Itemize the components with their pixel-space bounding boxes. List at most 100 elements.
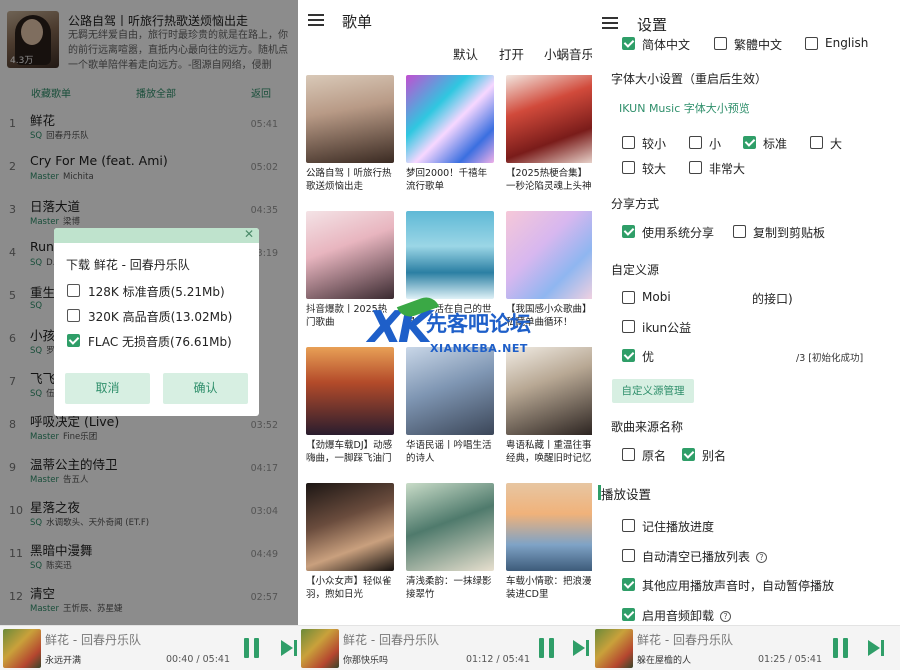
song-source-name-section: 歌曲来源名称	[611, 420, 684, 434]
playback-option-label: 记住播放进度	[642, 520, 715, 534]
cancel-button[interactable]: 取消	[65, 373, 150, 404]
font-option-small[interactable]: 小	[689, 134, 729, 152]
quality-option[interactable]: FLAC 无损音质(76.61Mb)	[67, 332, 247, 350]
playback-option[interactable]: 自动清空已播放列表?	[622, 547, 892, 565]
custom-source-item[interactable]: Mobi 的接口)	[622, 289, 822, 307]
playlist-card[interactable]: 公路自驾丨听旅行热歌送烦恼出走	[306, 75, 394, 193]
share-option-clipboard[interactable]: 复制到剪贴板	[733, 223, 833, 241]
help-icon[interactable]: ?	[720, 610, 732, 622]
font-option-huge[interactable]: 非常大	[689, 159, 759, 177]
checkbox[interactable]	[622, 578, 635, 591]
checkbox[interactable]	[67, 284, 80, 297]
checkbox[interactable]	[622, 548, 635, 562]
menu-icon[interactable]	[308, 14, 324, 26]
tab-xiaowo-music[interactable]: 小蜗音乐	[544, 44, 592, 63]
playlist-card-title: 公路自驾丨听旅行热歌送烦恼出走	[306, 168, 392, 192]
font-preview-text: IKUN Music 字体大小预览	[619, 102, 750, 115]
font-option-larger[interactable]: 较大	[622, 159, 682, 177]
page-title: 设置	[637, 16, 668, 34]
playlist-cover[interactable]	[406, 75, 494, 163]
watermark-logo: XK 先客吧论坛 XIANKEBA.NET	[368, 293, 568, 370]
playlist-card[interactable]: 梦回2000！千禧年流行歌单	[406, 75, 494, 193]
playlist-card-title: 清浅柔韵：一抹绿影接翠竹	[406, 576, 492, 600]
playlist-cover[interactable]	[406, 483, 494, 571]
player-time: 00:40 / 05:41	[166, 654, 230, 665]
player-album-art[interactable]	[3, 629, 41, 668]
lang-option-simplified[interactable]: 简体中文	[622, 35, 692, 53]
name-option-original[interactable]: 原名	[622, 446, 682, 464]
font-option-large[interactable]: 大	[810, 134, 850, 152]
playlist-cover[interactable]	[306, 75, 394, 163]
player-track-title: 鲜花 - 回春丹乐队	[45, 633, 141, 647]
playback-option[interactable]: 记住播放进度	[622, 517, 892, 535]
font-option-smaller[interactable]: 较小	[622, 134, 682, 152]
playlist-card-title: 梦回2000！千禧年流行歌单	[406, 168, 488, 192]
playlist-card-title: 华语民谣丨吟唱生活的诗人	[406, 440, 492, 464]
playlist-card-title: 【小众女声】轻似雀羽，煦如日光	[306, 576, 392, 600]
playlist-card-title: 粤语私藏丨重温往事经典，唤醒旧时记忆	[506, 440, 592, 464]
playback-option[interactable]: 其他应用播放声音时，自动暂停播放	[622, 576, 892, 594]
playlist-cover[interactable]	[506, 211, 592, 299]
watermark-text: 先客吧论坛	[426, 312, 531, 336]
custom-source-section: 自定义源	[611, 263, 660, 277]
playlist-card-title: 【劲爆车载DJ】动感嗨曲，一脚踩飞油门	[306, 440, 393, 464]
lang-option-english[interactable]: English	[805, 35, 885, 53]
playlist-card[interactable]: 清浅柔韵：一抹绿影接翠竹	[406, 483, 494, 601]
playback-option-label: 自动清空已播放列表?	[642, 548, 768, 565]
custom-source-item[interactable]: ikun公益	[622, 318, 742, 336]
checkbox[interactable]	[622, 607, 635, 621]
playlist-cover[interactable]	[306, 483, 394, 571]
tab-open[interactable]: 打开	[499, 44, 524, 63]
quality-option[interactable]: 128K 标准音质(5.21Mb)	[67, 282, 247, 300]
font-size-section: 字体大小设置（重启后生效）	[611, 72, 768, 86]
share-section: 分享方式	[611, 197, 660, 211]
player-bar[interactable]: 鲜花 - 回春丹乐队 你那快乐吗 01:12 / 05:41	[298, 625, 592, 670]
playback-option-label: 启用音频卸载?	[642, 607, 732, 624]
next-track-icon[interactable]	[281, 639, 298, 657]
player-time: 01:12 / 05:41	[466, 654, 530, 665]
page-title: 歌单	[342, 13, 373, 31]
tab-default[interactable]: 默认	[453, 44, 478, 63]
player-track-title: 鲜花 - 回春丹乐队	[637, 633, 733, 647]
next-track-icon[interactable]	[573, 639, 592, 657]
player-bar[interactable]: 鲜花 - 回春丹乐队 躲在屋檐的人 01:25 / 05:41	[592, 625, 900, 670]
help-icon[interactable]: ?	[756, 551, 768, 563]
playlist-cover[interactable]	[406, 211, 494, 299]
playlist-card[interactable]: 【小众女声】轻似雀羽，煦如日光	[306, 483, 394, 601]
playlist-cover[interactable]	[506, 75, 592, 163]
menu-icon[interactable]	[602, 17, 618, 29]
player-album-art[interactable]	[595, 629, 633, 668]
checkbox[interactable]	[67, 309, 80, 322]
pause-icon[interactable]	[539, 638, 555, 658]
playlist-cover[interactable]	[306, 211, 394, 299]
pause-icon[interactable]	[833, 638, 849, 658]
quality-option[interactable]: 320K 高品音质(13.02Mb)	[67, 307, 247, 325]
lang-option-traditional[interactable]: 繁體中文	[714, 35, 794, 53]
settings-panel: 设置 简体中文 繁體中文 English 字体大小设置（重启后生效） IKUN …	[592, 0, 900, 670]
playlist-cover[interactable]	[506, 483, 592, 571]
dialog-title-bar: ✕	[54, 227, 259, 243]
watermark-url: XIANKEBA.NET	[430, 342, 528, 355]
player-album-art[interactable]	[301, 629, 339, 668]
player-bar[interactable]: 鲜花 - 回春丹乐队 永远开满 00:40 / 05:41	[0, 625, 298, 670]
pause-icon[interactable]	[244, 638, 260, 658]
checkbox[interactable]	[622, 519, 635, 532]
custom-source-manage-button[interactable]: 自定义源管理	[612, 379, 694, 403]
confirm-button[interactable]: 确认	[163, 373, 248, 404]
custom-source-item[interactable]: 优 /3 [初始化成功]	[622, 347, 863, 365]
share-option-system[interactable]: 使用系统分享	[622, 223, 722, 241]
player-time: 01:25 / 05:41	[758, 654, 822, 665]
checkbox[interactable]	[67, 334, 80, 347]
name-option-alias[interactable]: 别名	[682, 446, 742, 464]
playlist-detail-panel: 4.3万 公路自驾丨听旅行热歌送烦恼出走 无羁无绊爱自由，旅行时最珍贵的就是在路…	[0, 0, 298, 670]
font-option-standard[interactable]: 标准	[743, 134, 803, 152]
playlist-card[interactable]: 车载小情歌：把浪漫装进CD里	[506, 483, 592, 601]
quality-option-label: 320K 高品音质(13.02Mb)	[88, 310, 233, 324]
quality-option-label: 128K 标准音质(5.21Mb)	[88, 285, 225, 299]
playback-option-label: 其他应用播放声音时，自动暂停播放	[642, 579, 835, 593]
playback-option[interactable]: 启用音频卸载?	[622, 606, 892, 624]
close-icon[interactable]: ✕	[244, 227, 254, 241]
next-track-icon[interactable]	[868, 639, 888, 657]
playback-section: 播放设置	[598, 484, 651, 503]
playlist-card[interactable]: 【2025热梗合集】一秒沦陷灵魂上头神曲	[506, 75, 592, 193]
